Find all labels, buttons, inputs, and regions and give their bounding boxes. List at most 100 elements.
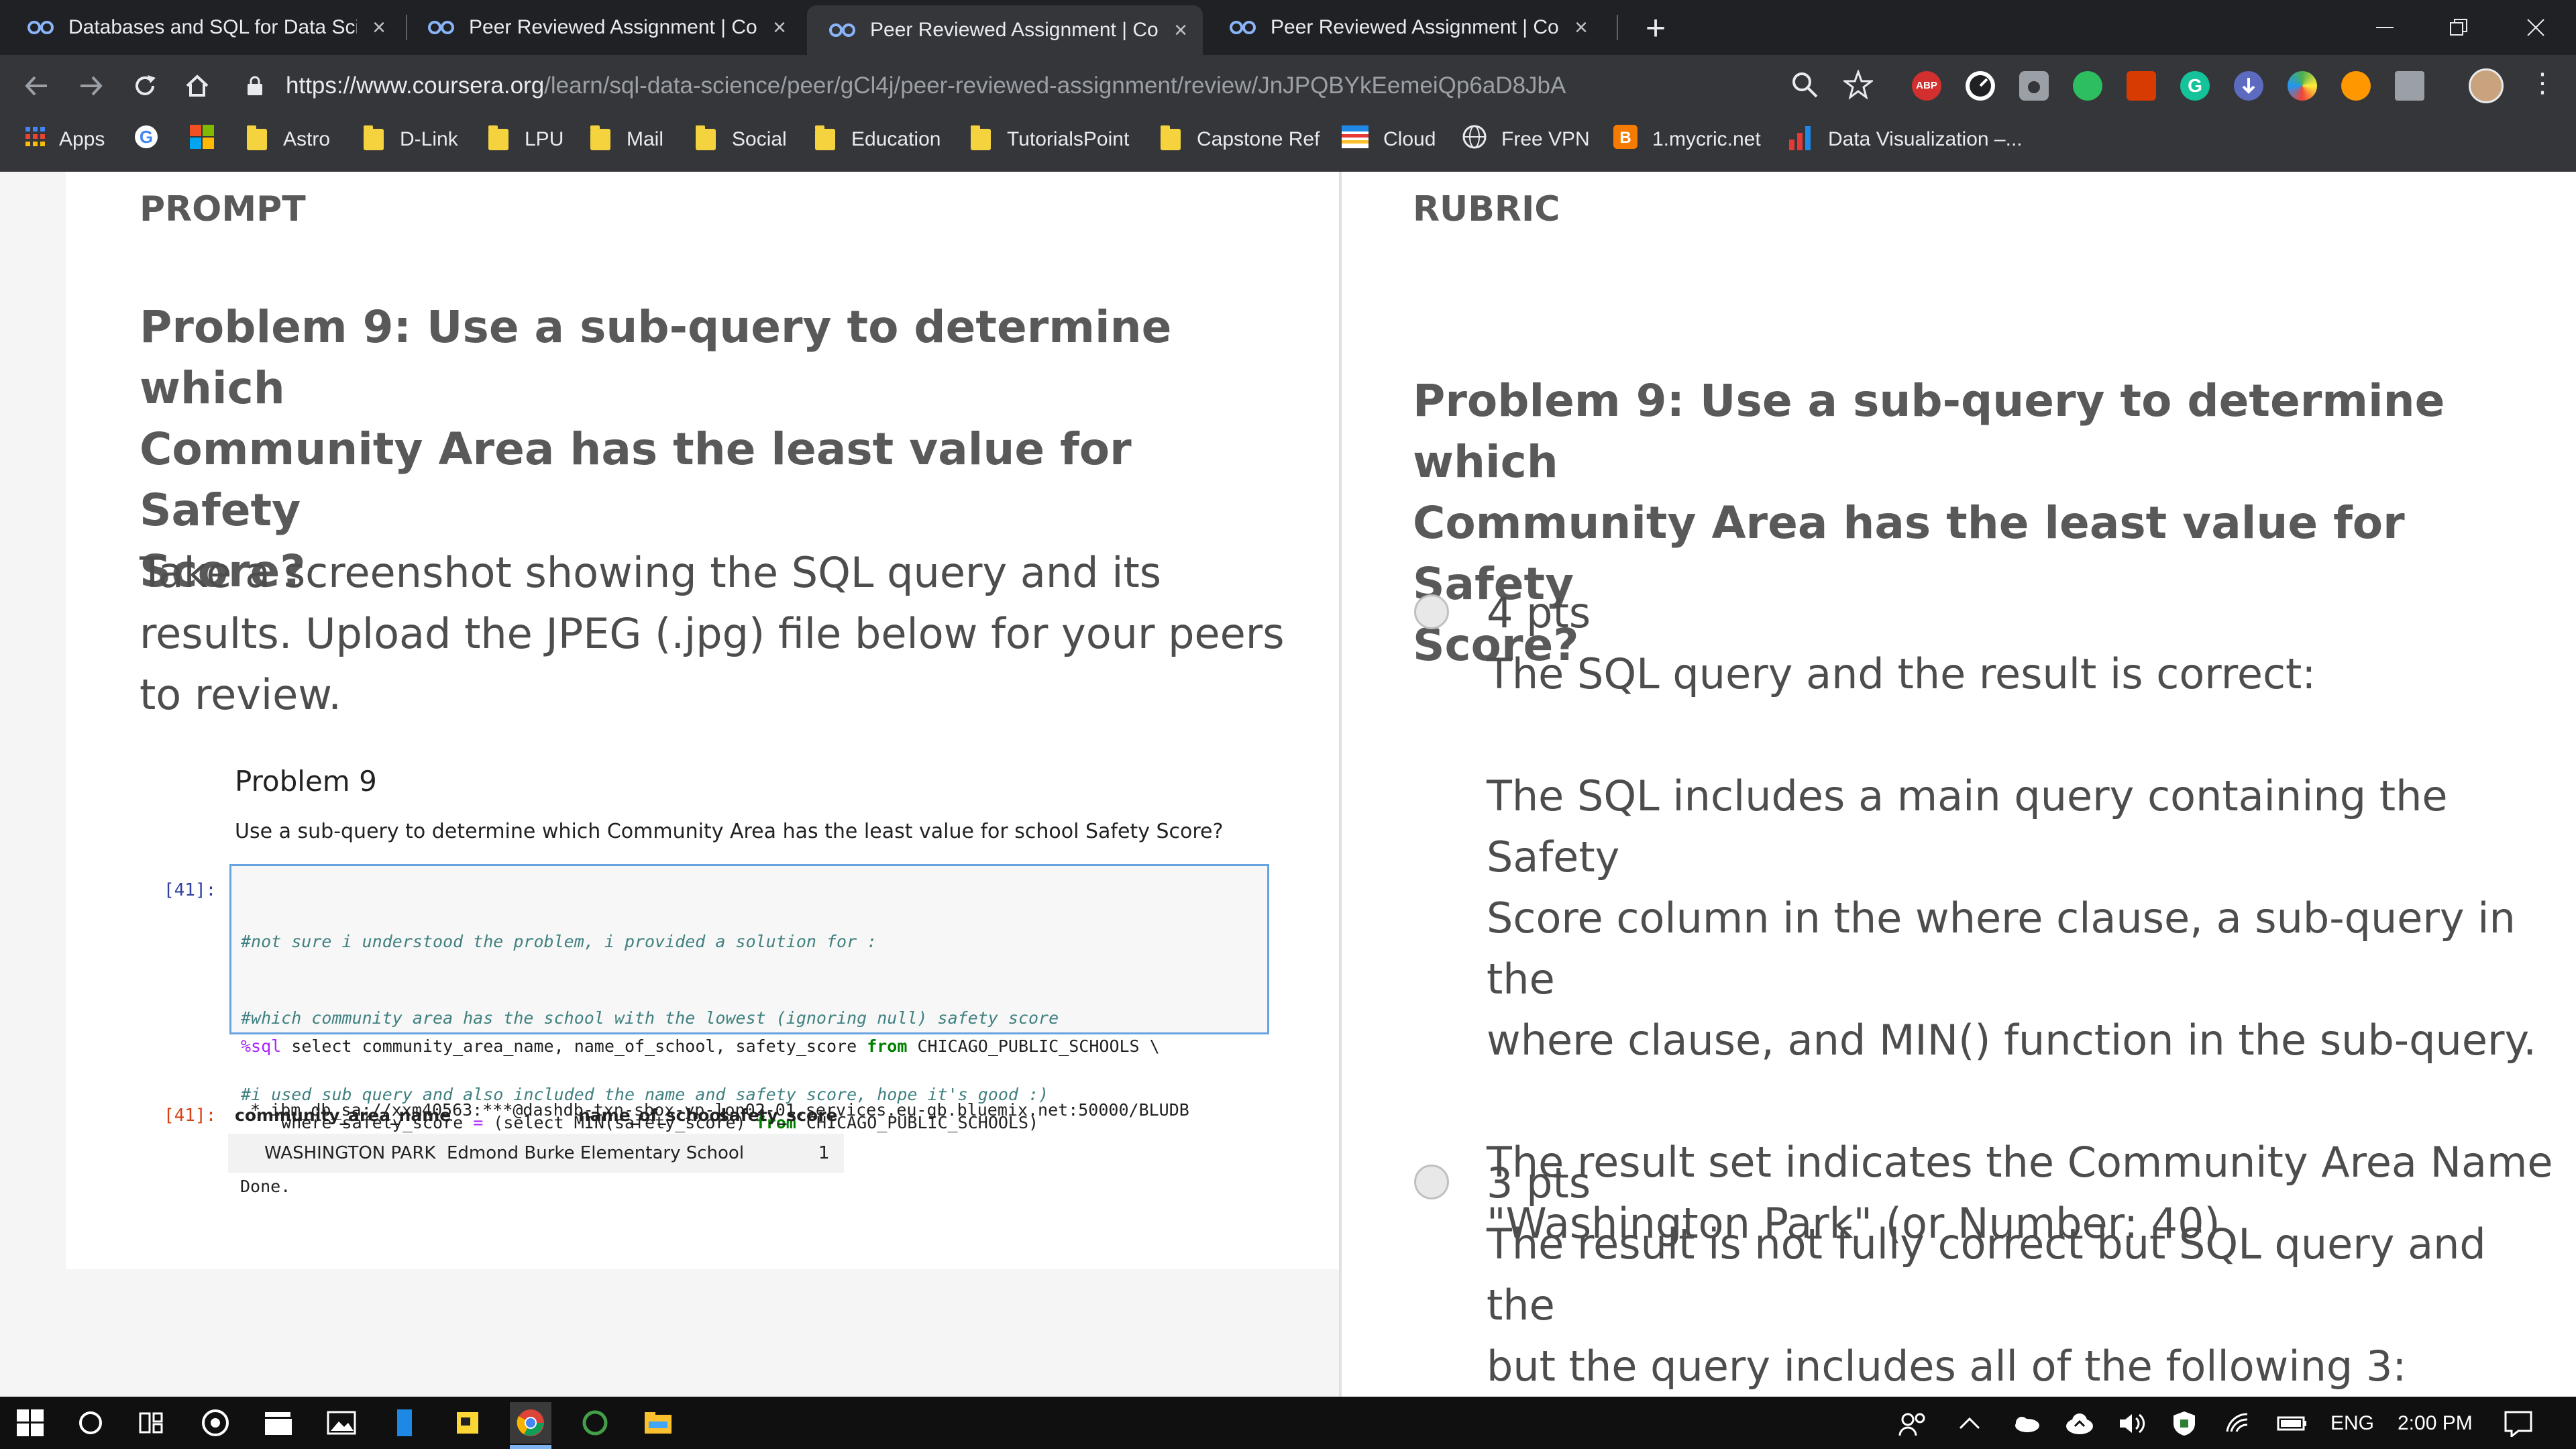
bookmark-d-link[interactable]: D-Link [364, 125, 458, 154]
close-icon[interactable]: × [1570, 16, 1593, 39]
close-icon[interactable]: × [368, 16, 390, 39]
reload-button[interactable] [127, 68, 162, 103]
forward-button[interactable] [74, 68, 109, 103]
bookmark-tutorialspoint[interactable]: TutorialsPoint [971, 125, 1129, 154]
language-indicator[interactable]: ENG [2330, 1409, 2374, 1438]
chart-icon [1788, 123, 1815, 156]
svg-text:B: B [1619, 129, 1631, 147]
grammarly-icon[interactable]: G [2180, 71, 2210, 101]
bookmark-label: D-Link [400, 128, 458, 150]
download-icon[interactable] [2234, 71, 2263, 101]
tab-databases-sql[interactable]: Databases and SQL for Data Scie × [5, 7, 401, 48]
rubric-line: but the query includes all of the follow… [1487, 1342, 2407, 1391]
bookmark-astro[interactable]: Astro [247, 125, 330, 154]
home-button[interactable] [180, 68, 215, 103]
rubric-spacer [1487, 1071, 2567, 1132]
drive-icon[interactable] [2395, 71, 2424, 101]
camera-icon[interactable] [2019, 71, 2049, 101]
apps-grid-icon [25, 127, 46, 152]
bookmark-cloud[interactable]: Cloud [1342, 125, 1436, 154]
rubric-title-line: Problem 9: Use a sub-query to determine … [1413, 375, 2445, 488]
close-icon[interactable]: × [768, 16, 791, 39]
volume-icon[interactable] [2117, 1409, 2147, 1438]
bookmark-apps[interactable]: Apps [25, 125, 105, 154]
code-cell[interactable]: #not sure i understood the problem, i pr… [229, 864, 1269, 1132]
rubric-points: 3 pts [1487, 1159, 1591, 1208]
bookmark-star-icon[interactable] [1841, 68, 1875, 100]
cloud-bookmark-icon [1342, 125, 1368, 154]
menu-icon[interactable]: ⋮ [2528, 70, 2557, 99]
bookmark-label: Social [732, 128, 787, 150]
rubric-line: Score column in the where clause, a sub-… [1487, 894, 2516, 1004]
bookmark-capstone-ref[interactable]: Capstone Ref [1161, 125, 1320, 154]
tab-title: Peer Reviewed Assignment | Cou [870, 19, 1159, 41]
bookmark-data-visualization[interactable]: Data Visualization –... [1788, 125, 2023, 154]
notifications-icon[interactable] [2504, 1409, 2533, 1438]
sticky-notes-icon[interactable] [447, 1402, 488, 1444]
rubric-option-4pts-radio[interactable] [1414, 594, 1449, 629]
security-shield-icon[interactable] [2171, 1409, 2198, 1438]
office-icon[interactable] [2127, 71, 2156, 101]
address-bar[interactable]: https://www.coursera.org/learn/sql-data-… [241, 64, 1851, 107]
prompt-instruction-line: Take a screenshot showing the SQL query … [140, 548, 1162, 597]
coursera-icon [1228, 14, 1258, 41]
wifi-icon[interactable] [2224, 1409, 2254, 1438]
coursera-icon [827, 17, 858, 44]
task-view-icon[interactable] [130, 1402, 172, 1444]
rubric-spacer [1487, 704, 2567, 765]
windows-start-icon[interactable] [9, 1402, 51, 1444]
zoom-icon[interactable] [1790, 70, 1819, 99]
cloud-upload-icon[interactable] [2065, 1409, 2094, 1438]
prompt-title-line: Community Area has the least value for S… [140, 423, 1132, 536]
bookmark-free-vpn[interactable]: Free VPN [1462, 125, 1590, 154]
table-row: WASHINGTON PARK Edmond Burke Elementary … [228, 1134, 844, 1173]
coursera-icon [426, 14, 457, 41]
bookmark-mycric[interactable]: B 1.mycric.net [1613, 125, 1761, 154]
clock[interactable]: 2:00 PM [2398, 1409, 2473, 1438]
chrome-taskbar-icon[interactable] [510, 1402, 551, 1444]
table-cell: WASHINGTON PARK [264, 1143, 436, 1163]
in-prompt: [41]: [164, 880, 217, 900]
bookmark-lpu[interactable]: LPU [488, 125, 564, 154]
clapperboard-icon[interactable] [258, 1402, 299, 1444]
prompt-instruction-line: results. Upload the JPEG (.jpg) file bel… [140, 609, 1285, 658]
photos-icon[interactable] [321, 1402, 362, 1444]
back-button[interactable] [19, 68, 54, 103]
avatar[interactable] [2469, 68, 2504, 103]
bookmark-label: Data Visualization –... [1828, 128, 2023, 150]
file-explorer-icon[interactable] [637, 1402, 679, 1444]
notepad-icon[interactable] [384, 1402, 425, 1444]
bookmark-education[interactable]: Education [815, 125, 941, 154]
chevron-up-icon[interactable] [1957, 1409, 1982, 1438]
search-icon[interactable] [70, 1402, 111, 1444]
bookmark-mail[interactable]: Mail [590, 125, 663, 154]
tab-peer-review-3[interactable]: Peer Reviewed Assignment | Cou × [1208, 7, 1603, 48]
folder-icon [815, 125, 835, 150]
tab-title: Databases and SQL for Data Scie [68, 16, 357, 38]
tab-peer-review-1[interactable]: Peer Reviewed Assignment | Cou × [406, 7, 802, 48]
color-picker-icon[interactable] [2288, 71, 2317, 101]
bookmark-label: Mail [627, 128, 664, 150]
speedometer-icon[interactable] [1966, 71, 1995, 101]
rubric-option-3pts-radio[interactable] [1414, 1165, 1449, 1199]
new-tab-button[interactable]: + [1637, 9, 1674, 47]
battery-icon[interactable] [2277, 1409, 2308, 1438]
bookmark-social[interactable]: Social [696, 125, 787, 154]
bookmark-google[interactable]: G [134, 125, 158, 154]
media-player-icon[interactable] [195, 1402, 236, 1444]
minimize-button[interactable] [2348, 0, 2422, 55]
tab-peer-review-active[interactable]: Peer Reviewed Assignment | Cou × [807, 5, 1203, 55]
refresh-app-icon[interactable] [574, 1402, 616, 1444]
pocket-icon[interactable] [2341, 71, 2371, 101]
close-window-button[interactable] [2499, 0, 2573, 55]
close-icon[interactable]: × [1169, 19, 1192, 42]
lock-icon [241, 72, 268, 99]
onedrive-icon[interactable] [2011, 1409, 2041, 1438]
folder-icon [1161, 125, 1181, 150]
bookmark-microsoft[interactable] [190, 125, 214, 154]
folder-icon [247, 125, 267, 150]
evernote-icon[interactable] [2073, 71, 2102, 101]
adblock-icon[interactable]: ABP [1912, 71, 1941, 101]
restore-button[interactable] [2422, 0, 2496, 55]
people-icon[interactable] [1898, 1409, 1928, 1438]
